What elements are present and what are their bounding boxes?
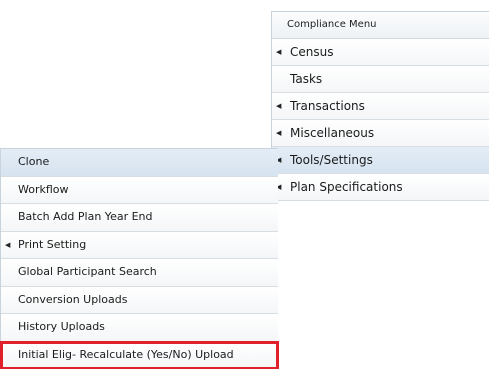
submenu-item-conversion-uploads[interactable]: Conversion Uploads <box>1 287 278 315</box>
compliance-menu: Compliance Menu ◀ Census Tasks ◀ Transac… <box>271 11 489 201</box>
submenu-item-workflow[interactable]: Workflow <box>1 177 278 205</box>
menu-item-label: Batch Add Plan Year End <box>18 210 153 223</box>
menu-item-label: Print Setting <box>18 238 86 251</box>
submenu-item-print-setting[interactable]: ◀ Print Setting <box>1 232 278 260</box>
menu-item-plan-specifications[interactable]: ◀ Plan Specifications <box>272 174 489 201</box>
menu-item-miscellaneous[interactable]: ◀ Miscellaneous <box>272 120 489 147</box>
menu-item-tasks[interactable]: Tasks <box>272 66 489 93</box>
menu-item-census[interactable]: ◀ Census <box>272 39 489 66</box>
menu-item-label: Census <box>290 45 333 59</box>
chevron-left-icon: ◀ <box>5 232 10 258</box>
menu-item-transactions[interactable]: ◀ Transactions <box>272 93 489 120</box>
submenu-item-initial-elig-recalculate-upload[interactable]: Initial Elig- Recalculate (Yes/No) Uploa… <box>1 342 278 369</box>
menu-item-label: Tools/Settings <box>290 153 373 167</box>
menu-item-label: Conversion Uploads <box>18 293 127 306</box>
menu-item-label: Miscellaneous <box>290 126 374 140</box>
chevron-left-icon: ◀ <box>276 93 281 119</box>
menu-item-label: Initial Elig- Recalculate (Yes/No) Uploa… <box>18 348 234 361</box>
chevron-left-icon: ◀ <box>276 39 281 65</box>
menu-item-label: Tasks <box>290 72 322 86</box>
menu-item-label: Clone <box>18 155 49 168</box>
menu-item-label: Transactions <box>290 99 365 113</box>
menu-item-label: Plan Specifications <box>290 180 403 194</box>
menu-item-label: Workflow <box>18 183 69 196</box>
submenu-item-history-uploads[interactable]: History Uploads <box>1 314 278 342</box>
submenu-item-batch-add-plan-year-end[interactable]: Batch Add Plan Year End <box>1 204 278 232</box>
tools-settings-submenu: Clone Workflow Batch Add Plan Year End ◀… <box>0 148 278 369</box>
compliance-menu-header: Compliance Menu <box>272 12 489 39</box>
submenu-item-global-participant-search[interactable]: Global Participant Search <box>1 259 278 287</box>
chevron-left-icon: ◀ <box>276 120 281 146</box>
submenu-item-clone[interactable]: Clone <box>1 149 278 177</box>
menu-item-label: History Uploads <box>18 320 105 333</box>
menu-item-tools-settings[interactable]: ◀ Tools/Settings <box>272 147 489 174</box>
menu-item-label: Global Participant Search <box>18 265 157 278</box>
